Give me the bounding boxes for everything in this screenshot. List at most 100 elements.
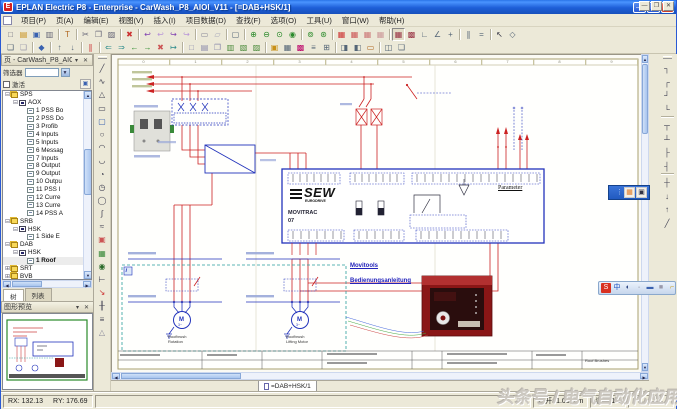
tree-expander-icon[interactable]: ⊟ [12, 226, 19, 233]
child-close-button[interactable]: ✕ [663, 1, 674, 11]
insert-bus-button[interactable]: ▨ [250, 41, 263, 54]
panel-collapse-icon[interactable]: ▾ [72, 56, 81, 65]
tree-expander-icon[interactable]: ⊟ [12, 249, 19, 256]
paste-button[interactable]: ▨ [105, 28, 118, 41]
compare-button[interactable]: ▱ [211, 28, 224, 41]
ime-softkeyboard-icon[interactable]: ▬ [645, 283, 655, 293]
reports-button[interactable]: ≡ [307, 41, 320, 54]
angle-down-left-button[interactable]: ┐ [659, 61, 675, 75]
menu-edit[interactable]: 编辑(E) [79, 14, 114, 27]
t-node-left-button[interactable]: ┤ [659, 159, 675, 173]
new-button[interactable]: □ [4, 28, 17, 41]
page-navigator-button[interactable]: ❏ [4, 41, 17, 54]
tree-item-page[interactable]: 8 Output [3, 162, 83, 170]
scroll-down-icon[interactable]: ▼ [84, 271, 92, 279]
draw-line-button[interactable]: ╱ [95, 61, 110, 74]
insert-symbol-button[interactable]: □ [185, 41, 198, 54]
insert-shield-button[interactable]: ▧ [237, 41, 250, 54]
tree-item-page[interactable]: 1 Side E [3, 233, 83, 241]
angle-up-left-button[interactable]: ┘ [659, 88, 675, 102]
ime-punctuation-icon[interactable]: · [634, 283, 644, 293]
cross-node-button[interactable]: ┼ [659, 175, 675, 189]
macro-edit-button[interactable]: ▭ [364, 41, 377, 54]
draw-sector-button[interactable]: ◷ [95, 180, 110, 193]
ime-settings-wrench-icon[interactable]: ⌐ [667, 283, 677, 293]
draw-freehand-button[interactable]: ∿ [95, 74, 110, 87]
toolbar-grip[interactable] [663, 56, 672, 59]
labeling-button[interactable]: ⊞ [320, 41, 333, 54]
mini-navigator-button[interactable]: ▦ [624, 187, 635, 198]
tree-item-page[interactable]: 7 Inputs [3, 154, 83, 162]
snap-grid-button[interactable]: ▩ [405, 28, 418, 41]
grid-b-button[interactable]: ▦ [348, 28, 361, 41]
tree-vertical-scrollbar[interactable]: ▲ ▼ [83, 91, 91, 279]
page-down-button[interactable]: ↓ [66, 41, 79, 54]
t-node-right-button[interactable]: ├ [659, 145, 675, 159]
tree-item-page[interactable]: 2 PSS Do [3, 115, 83, 123]
tree-item-bvb[interactable]: ⊞ BVB [3, 272, 83, 279]
insert-terminal-button[interactable]: ❐ [211, 41, 224, 54]
tree-item-page[interactable]: 4 Inputs [3, 130, 83, 138]
tree-hscroll-thumb[interactable] [12, 281, 42, 287]
tab-tree[interactable]: 树 [3, 289, 24, 301]
undo-button[interactable]: ↩ [141, 28, 154, 41]
menu-view[interactable]: 视图(V) [114, 14, 149, 27]
tree-item-page[interactable]: 6 Messag [3, 146, 83, 154]
zoom-out-button[interactable]: ⊖ [260, 28, 273, 41]
canvas-vertical-scrollbar[interactable]: ▲ ▼ [641, 54, 649, 372]
grid-c-button[interactable]: ▦ [361, 28, 374, 41]
insert-device-button[interactable]: ▤ [198, 41, 211, 54]
mini-page-button[interactable]: ▣ [636, 187, 647, 198]
tree-expander-icon[interactable]: ⊟ [12, 99, 19, 106]
panel-close-icon[interactable]: ✕ [82, 303, 91, 312]
angle-down-right-button[interactable]: ┌ [659, 75, 675, 89]
draw-rounded-rect-button[interactable]: ▢ [95, 114, 110, 127]
menu-page[interactable]: 页(A) [51, 14, 79, 27]
undo-list-button[interactable]: ↩ [154, 28, 167, 41]
menu-project[interactable]: 项目(P) [16, 14, 51, 27]
tree-item-page[interactable]: 14 PSS A [3, 209, 83, 217]
scroll-left-icon[interactable]: ◀ [3, 281, 11, 287]
menu-options[interactable]: 选项(O) [266, 14, 302, 27]
scroll-right-icon[interactable]: ▶ [83, 281, 91, 287]
tree-item-srb[interactable]: ⊟ SRB [3, 217, 83, 225]
tree-expander-icon[interactable]: ⊞ [4, 273, 11, 279]
canvas-horizontal-scrollbar[interactable]: ◀ ▶ [111, 372, 649, 380]
workspace-button[interactable]: ▢ [229, 28, 242, 41]
tree-item-page[interactable]: 10 Outpu [3, 178, 83, 186]
dimension-diagonal-button[interactable]: ↘ [95, 285, 110, 298]
panel-close-icon[interactable]: ✕ [81, 56, 90, 65]
movitools-link[interactable]: Movitools [350, 263, 378, 269]
menu-insert[interactable]: 插入(I) [149, 14, 181, 27]
tree-item-page[interactable]: 11 PSS I [3, 186, 83, 194]
goto-cancel-button[interactable]: ✖ [154, 41, 167, 54]
scroll-up-icon[interactable]: ▲ [642, 55, 648, 63]
dimension-baseline-button[interactable]: ≡ [95, 312, 110, 325]
redo-button[interactable]: ↪ [167, 28, 180, 41]
canvas-vscroll-thumb[interactable] [642, 64, 648, 134]
goto-target-button[interactable]: ⇒ [115, 41, 128, 54]
floating-toolbar-grip[interactable]: ⋮ [616, 187, 623, 198]
goto-next-button[interactable]: → [141, 41, 154, 54]
menu-project-data[interactable]: 项目数据(D) [181, 14, 231, 27]
select-area-button[interactable]: ◇ [506, 28, 519, 41]
hyperlink-button[interactable]: ◉ [95, 259, 110, 272]
navigator-tool-icon[interactable]: ▣ [80, 79, 91, 89]
canvas-hscroll-thumb[interactable] [121, 373, 241, 379]
select-pointer-button[interactable]: ↖ [493, 28, 506, 41]
coordinates-button[interactable]: + [444, 28, 457, 41]
tree-item-page[interactable]: 9 Output [3, 170, 83, 178]
draw-polygon-button[interactable]: △ [95, 87, 110, 100]
menu-utilities[interactable]: 工具(U) [301, 14, 336, 27]
draw-ellipse-button[interactable]: ◯ [95, 193, 110, 206]
tree-item-page[interactable]: 3 Profib [3, 123, 83, 131]
tree-horizontal-scrollbar[interactable]: ◀ ▶ [2, 280, 92, 288]
symbol-macro-button[interactable]: ▦ [281, 41, 294, 54]
tree-item-hsk[interactable]: ⊟ HSK [3, 249, 83, 257]
dimension-linear-button[interactable]: ⊢ [95, 272, 110, 285]
menu-find[interactable]: 查找(F) [231, 14, 266, 27]
ortho-mode-button[interactable]: ∟ [418, 28, 431, 41]
ime-user-icon[interactable]: ■ [656, 283, 666, 293]
tree-item-hsk[interactable]: ⊟ HSK [3, 225, 83, 233]
tree-item-sps[interactable]: ⊟ SPS [3, 91, 83, 99]
